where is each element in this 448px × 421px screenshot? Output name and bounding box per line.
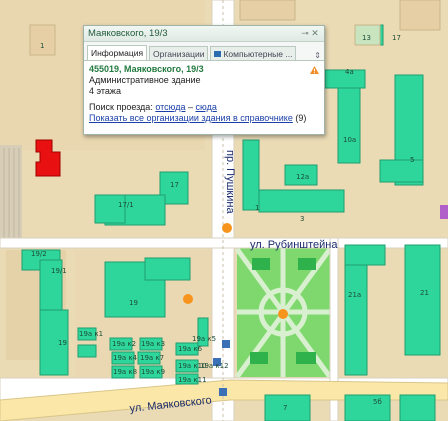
address: 455019, Маяковского, 19/3 — [89, 64, 204, 74]
building-label: 19а к2 — [112, 340, 136, 348]
building-label: 19а к3 — [141, 340, 165, 348]
building-label: 17/1 — [118, 201, 134, 209]
tab-computer-label: Компьютерные ... — [223, 48, 293, 59]
monitor-icon — [214, 50, 222, 57]
popup-header: Маяковского, 19/3 ⊸ ✕ — [84, 26, 324, 42]
building-label: 13 — [362, 34, 371, 42]
building-label: 17 — [170, 181, 179, 189]
route-search: Поиск проезда: отсюда – сюда — [89, 102, 319, 113]
building-label: 19а к9 — [141, 368, 165, 376]
show-all-row: Показать все организации здания в справо… — [89, 113, 319, 124]
building-label: 5 — [410, 156, 414, 164]
info-popup: Маяковского, 19/3 ⊸ ✕ Информация Организ… — [83, 25, 325, 135]
pin-icon[interactable]: ⊸ — [300, 28, 310, 39]
poi-marker — [278, 309, 288, 319]
route-dash: – — [188, 102, 194, 112]
building-label: 21 — [420, 289, 429, 297]
bus-stop-icon — [219, 388, 227, 396]
building-label: 19 — [129, 299, 138, 307]
building-label: 19а к11 — [178, 376, 207, 384]
building-label: 10а — [343, 136, 356, 144]
building-label: 12а — [296, 173, 309, 181]
popup-body: 455019, Маяковского, 19/3 Административн… — [84, 61, 324, 127]
building-label: 21а — [348, 291, 361, 299]
building-label: 19/2 — [31, 250, 47, 258]
building-label: 19а к8 — [113, 368, 137, 376]
tab-organizations[interactable]: Организации — [149, 46, 209, 60]
building-label: 4а — [345, 68, 354, 76]
route-to-link[interactable]: сюда — [196, 102, 217, 112]
route-label: Поиск проезда: — [89, 102, 153, 112]
building-label: 19а к7 — [140, 354, 164, 362]
show-all-count: (9) — [295, 113, 307, 123]
tab-computer[interactable]: Компьютерные ... — [210, 46, 297, 60]
building-label: 19 — [58, 339, 67, 347]
popup-title: Маяковского, 19/3 — [88, 28, 168, 39]
building-label: 1 — [255, 204, 259, 212]
building-label: 19а к12 — [200, 362, 229, 370]
building-label: 7 — [283, 404, 287, 412]
building-label: 19а к1 — [79, 330, 103, 338]
building-label: 17 — [392, 34, 401, 42]
building-label: 1 — [40, 42, 44, 50]
building-label: 19а к4 — [113, 354, 138, 362]
route-from-link[interactable]: отсюда — [155, 102, 185, 112]
building-label: 3 — [300, 215, 304, 223]
street-label-pushkina: пр. Пушкина — [224, 150, 236, 214]
show-all-orgs-link[interactable]: Показать все организации здания в справо… — [89, 113, 293, 123]
building-label: 19а к5 — [192, 335, 216, 343]
poi-marker — [222, 223, 232, 233]
building-type: Административное здание — [89, 75, 201, 85]
bus-stop-icon — [222, 340, 230, 348]
close-icon[interactable]: ✕ — [310, 28, 320, 39]
tabs-scroll-icon[interactable]: ⇕ — [314, 51, 321, 60]
building-label: 19/1 — [51, 267, 67, 275]
warning-icon — [310, 66, 319, 74]
building-label: 19а к6 — [178, 345, 203, 353]
street-label-rubinshteina: ул. Рубинштейна — [250, 239, 338, 251]
popup-tabs: Информация Организации Компьютерные ... … — [84, 42, 324, 61]
tab-information[interactable]: Информация — [87, 45, 148, 60]
building-label: 5б — [373, 398, 382, 406]
floors: 4 этажа — [89, 86, 121, 96]
poi-marker — [183, 294, 193, 304]
